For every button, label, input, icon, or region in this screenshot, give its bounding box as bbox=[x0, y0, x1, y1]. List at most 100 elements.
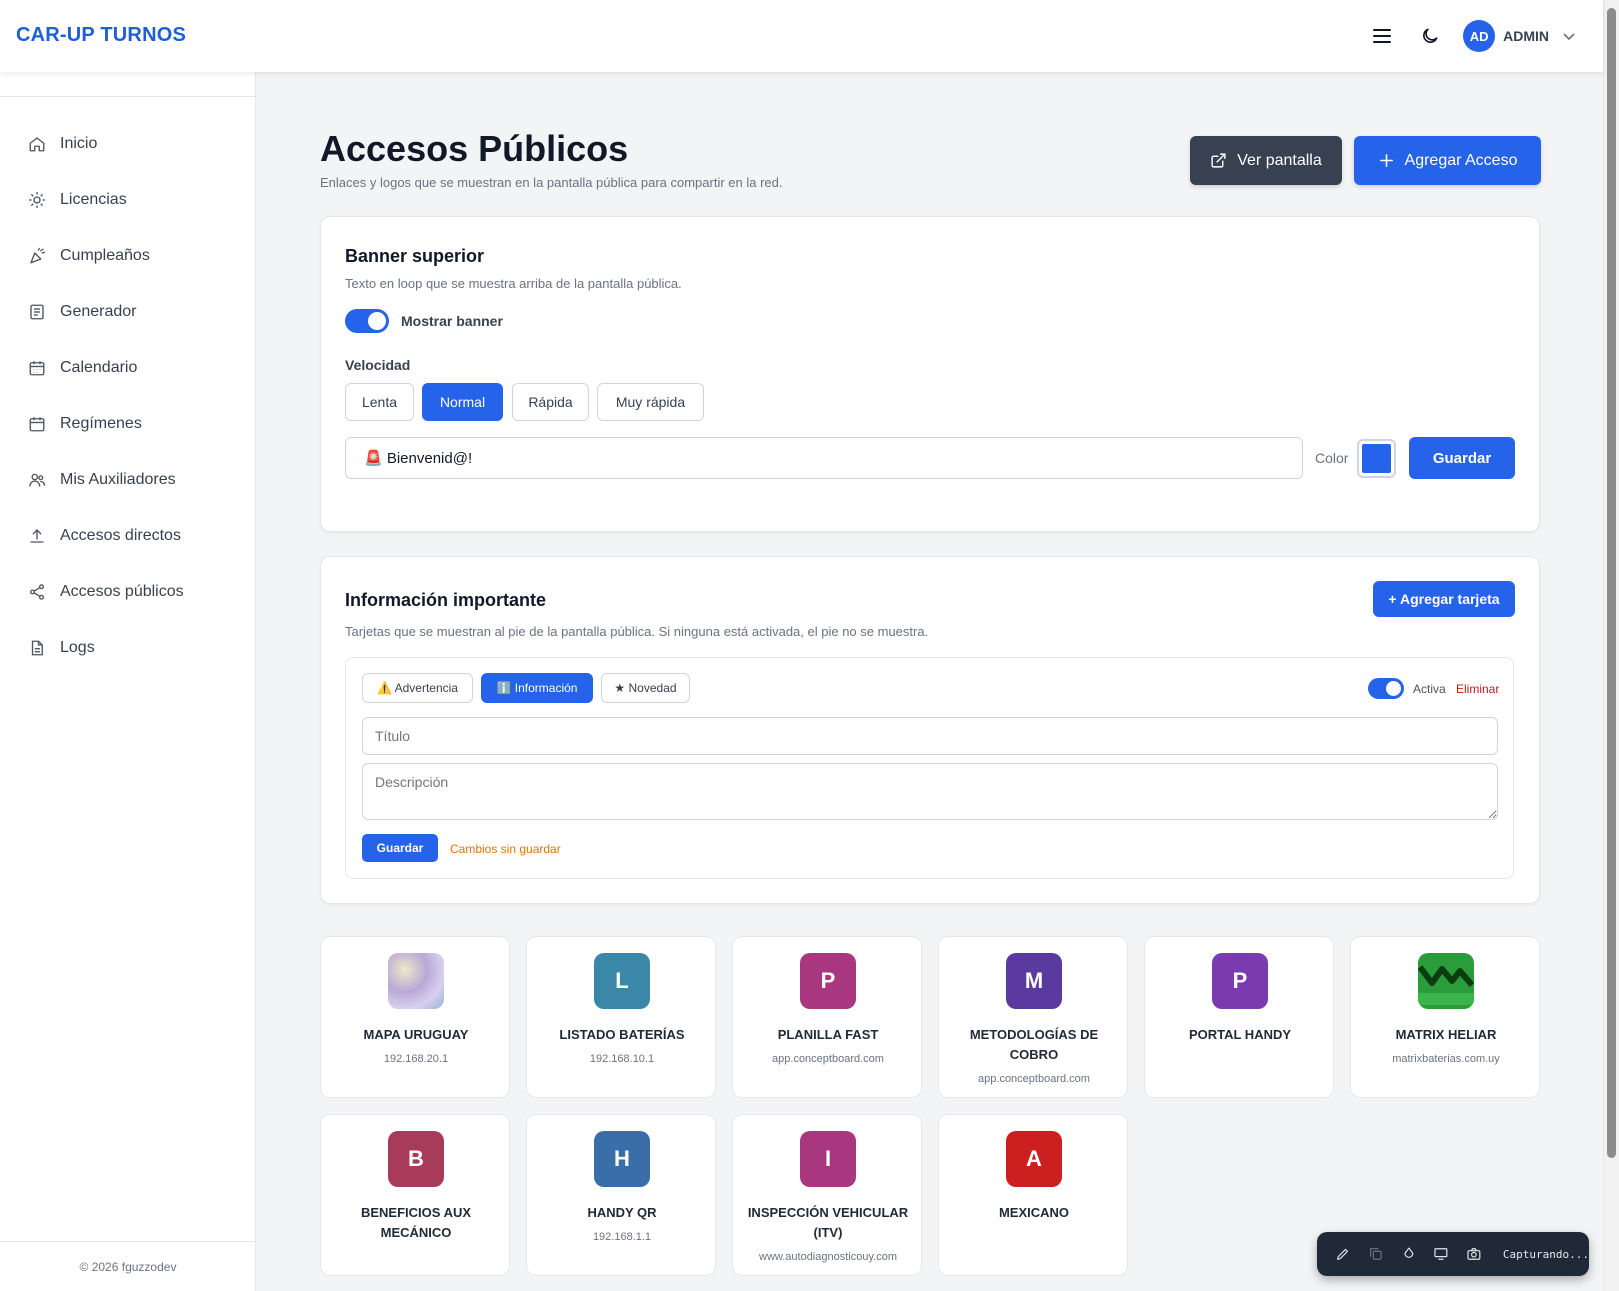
link-name: MAPA URUGUAY bbox=[363, 1027, 469, 1042]
sidebar-nav: Inicio Licencias Cumpleaños Generador Ca… bbox=[0, 116, 256, 676]
letter-m-icon: M bbox=[1006, 953, 1062, 1009]
link-name: LISTADO BATERÍAS bbox=[559, 1027, 685, 1042]
sidebar-item-inicio[interactable]: Inicio bbox=[0, 116, 256, 172]
banner-toggle[interactable] bbox=[345, 309, 389, 333]
letter-h-icon: H bbox=[594, 1131, 650, 1187]
link-card[interactable]: A MEXICANO bbox=[938, 1114, 1128, 1276]
link-card[interactable]: B BENEFICIOS AUX MECÁNICO bbox=[320, 1114, 510, 1276]
banner-subtitle: Texto en loop que se muestra arriba de l… bbox=[345, 276, 682, 291]
sidebar-item-mis-auxiliadores[interactable]: Mis Auxiliadores bbox=[0, 452, 256, 508]
copy-icon[interactable] bbox=[1368, 1246, 1384, 1262]
page-title: Accesos Públicos bbox=[320, 128, 629, 169]
sidebar-item-licencias[interactable]: Licencias bbox=[0, 172, 256, 228]
info-title: Información importante bbox=[345, 590, 547, 610]
sidebar-item-label: Calendario bbox=[60, 359, 138, 376]
app-brand[interactable]: CAR-UP TURNOS bbox=[16, 24, 186, 47]
link-name: HANDY QR bbox=[587, 1205, 657, 1220]
sidebar-item-label: Inicio bbox=[60, 135, 98, 152]
link-card[interactable]: MAPA URUGUAY 192.168.20.1 bbox=[320, 936, 510, 1098]
scrollbar-thumb[interactable] bbox=[1607, 8, 1616, 1158]
link-name: PORTAL HANDY bbox=[1188, 1027, 1292, 1042]
monitor-icon[interactable] bbox=[1433, 1246, 1449, 1262]
share-icon bbox=[29, 584, 45, 600]
letter-a-icon: A bbox=[1006, 1131, 1062, 1187]
banner-save-button[interactable]: Guardar bbox=[1409, 437, 1515, 479]
link-url: matrixbaterias.com.uy bbox=[1392, 1053, 1500, 1065]
delete-link[interactable]: Eliminar bbox=[1456, 682, 1499, 696]
banner-title: Banner superior bbox=[345, 246, 485, 266]
color-picker[interactable] bbox=[1357, 439, 1396, 478]
card-title-input[interactable] bbox=[362, 717, 1498, 755]
sidebar-item-label: Regímenes bbox=[60, 415, 142, 432]
speed-lenta-button[interactable]: Lenta bbox=[345, 383, 414, 421]
letter-p-icon: P bbox=[1212, 953, 1268, 1009]
active-toggle[interactable] bbox=[1368, 678, 1404, 699]
sun-icon bbox=[28, 191, 46, 209]
top-bar: CAR-UP TURNOS AD ADMIN bbox=[0, 0, 1603, 72]
sidebar-item-generador[interactable]: Generador bbox=[0, 284, 256, 340]
sidebar-item-label: Accesos directos bbox=[60, 527, 181, 544]
link-url: 192.168.10.1 bbox=[589, 1053, 655, 1065]
link-name: METODOLOGÍAS DE COBRO bbox=[969, 1027, 1099, 1062]
external-link-icon bbox=[1211, 153, 1226, 168]
link-card[interactable]: L LISTADO BATERÍAS 192.168.10.1 bbox=[526, 936, 716, 1098]
sidebar-item-logs[interactable]: Logs bbox=[0, 620, 256, 676]
drop-icon[interactable] bbox=[1401, 1246, 1417, 1262]
speed-normal-button[interactable]: Normal bbox=[422, 383, 503, 421]
moon-icon[interactable] bbox=[1415, 21, 1445, 51]
matrix-logo-mark bbox=[1418, 965, 1474, 1005]
banner-text-input[interactable]: 🚨 Bienvenid@! bbox=[345, 437, 1303, 479]
info-subtitle: Tarjetas que se muestran al pie de la pa… bbox=[345, 624, 929, 639]
sidebar-item-label: Generador bbox=[60, 303, 137, 320]
sidebar-item-accesos-publicos[interactable]: Accesos públicos bbox=[0, 564, 256, 620]
link-url: app.conceptboard.com bbox=[978, 1073, 1090, 1085]
color-label: Color bbox=[1315, 450, 1349, 466]
type-novedad-button[interactable]: ★ Novedad bbox=[601, 673, 690, 703]
sidebar-item-regimenes[interactable]: Regímenes bbox=[0, 396, 256, 452]
party-icon bbox=[30, 247, 46, 264]
link-name: BENEFICIOS AUX MECÁNICO bbox=[360, 1205, 472, 1240]
sidebar-item-label: Mis Auxiliadores bbox=[60, 471, 176, 488]
letter-b-icon: B bbox=[388, 1131, 444, 1187]
link-card[interactable]: MATRIX HELIAR matrixbaterias.com.uy bbox=[1350, 936, 1540, 1098]
link-card[interactable]: P PORTAL HANDY bbox=[1144, 936, 1334, 1098]
letter-p-icon: P bbox=[800, 953, 856, 1009]
letter-l-icon: L bbox=[594, 953, 650, 1009]
speed-muy-rapida-button[interactable]: Muy rápida bbox=[597, 383, 704, 421]
type-advertencia-button[interactable]: ⚠️ Advertencia bbox=[362, 673, 473, 703]
user-name: ADMIN bbox=[1503, 28, 1549, 44]
capture-status: Capturando... bbox=[1502, 1247, 1589, 1261]
menu-icon[interactable] bbox=[1367, 21, 1397, 51]
link-name: MEXICANO bbox=[998, 1205, 1070, 1220]
speed-rapida-button[interactable]: Rápida bbox=[512, 383, 589, 421]
upload-icon bbox=[30, 529, 44, 543]
link-card[interactable]: I INSPECCIÓN VEHICULAR (ITV) www.autodia… bbox=[732, 1114, 922, 1276]
card-save-button[interactable]: Guardar bbox=[362, 834, 438, 862]
page-scrollbar[interactable] bbox=[1603, 0, 1619, 1291]
view-screen-button[interactable]: Ver pantalla bbox=[1190, 136, 1342, 185]
sidebar-item-calendario[interactable]: Calendario bbox=[0, 340, 256, 396]
speed-label: Velocidad bbox=[345, 357, 411, 373]
pen-icon[interactable] bbox=[1335, 1246, 1351, 1262]
type-informacion-button[interactable]: ℹ️ Información bbox=[481, 673, 593, 703]
link-name: PLANILLA FAST bbox=[777, 1027, 879, 1042]
user-menu[interactable]: AD ADMIN bbox=[1463, 20, 1575, 52]
sidebar-item-accesos-directos[interactable]: Accesos directos bbox=[0, 508, 256, 564]
link-name: MATRIX HELIAR bbox=[1395, 1027, 1497, 1042]
toggle-knob bbox=[368, 312, 386, 330]
add-access-label: Agregar Acceso bbox=[1404, 151, 1518, 169]
add-card-button[interactable]: + Agregar tarjeta bbox=[1373, 581, 1515, 617]
sidebar-item-label: Licencias bbox=[60, 191, 127, 208]
sidebar-item-cumpleanos[interactable]: Cumpleaños bbox=[0, 228, 256, 284]
sidebar-item-label: Accesos públicos bbox=[60, 583, 184, 600]
link-card[interactable]: H HANDY QR 192.168.1.1 bbox=[526, 1114, 716, 1276]
plus-icon bbox=[1379, 154, 1393, 167]
document-icon bbox=[31, 640, 43, 656]
link-card[interactable]: M METODOLOGÍAS DE COBRO app.conceptboard… bbox=[938, 936, 1128, 1098]
active-label: Activa bbox=[1413, 682, 1446, 696]
card-description-input[interactable] bbox=[362, 763, 1498, 820]
link-url: app.conceptboard.com bbox=[772, 1053, 884, 1065]
add-access-button[interactable]: Agregar Acceso bbox=[1354, 136, 1541, 185]
link-card[interactable]: P PLANILLA FAST app.conceptboard.com bbox=[732, 936, 922, 1098]
camera-icon[interactable] bbox=[1466, 1246, 1482, 1262]
